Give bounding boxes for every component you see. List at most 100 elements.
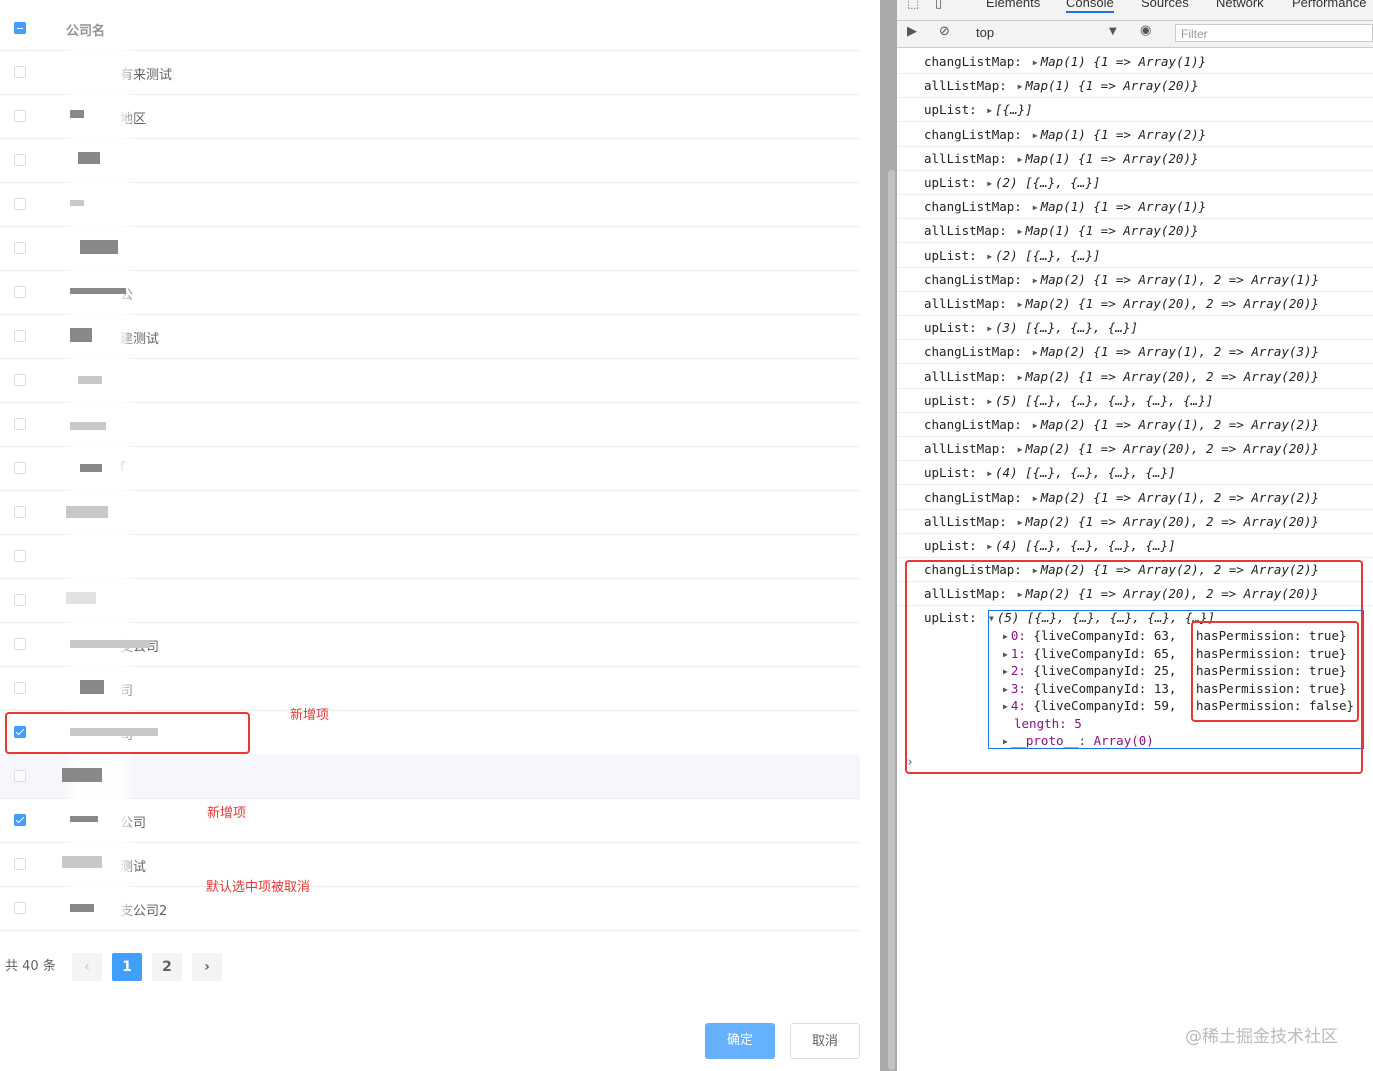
console-log-line[interactable]: allListMap: ▶ Map(2) {1 => Array(20), 2 =>…: [897, 509, 1373, 534]
collapsed-triangle-icon[interactable]: ▶: [1033, 131, 1038, 140]
collapsed-triangle-icon[interactable]: ▶: [987, 252, 992, 261]
collapsed-triangle-icon[interactable]: ▶: [987, 469, 992, 478]
log-value[interactable]: ▶ (4) [{…}, {…}, {…}, {…}]: [987, 538, 1175, 553]
log-value[interactable]: ▶ Map(2) {1 => Array(20), 2 => Array(20)}: [1018, 296, 1319, 311]
row-checkbox[interactable]: [14, 286, 26, 298]
collapsed-triangle-icon[interactable]: ▶: [1018, 373, 1023, 382]
log-value[interactable]: ▶ Map(2) {1 => Array(1), 2 => Array(2)}: [1033, 490, 1319, 505]
scrollbar-thumb[interactable]: [888, 170, 895, 1070]
console-log-line[interactable]: changListMap: ▶ Map(2) {1 => Array(1), 2 =…: [897, 485, 1373, 510]
collapsed-triangle-icon[interactable]: ▶: [1018, 227, 1023, 236]
console-log-line[interactable]: allListMap: ▶ Map(1) {1 => Array(20)}: [897, 146, 1373, 171]
log-value[interactable]: ▶ (2) [{…}, {…}]: [987, 175, 1100, 190]
log-value[interactable]: ▶ (5) [{…}, {…}, {…}, {…}, {…}]: [987, 393, 1213, 408]
collapsed-triangle-icon[interactable]: ▶: [1018, 300, 1023, 309]
log-value[interactable]: ▶ Map(2) {1 => Array(20), 2 => Array(20)}: [1018, 514, 1319, 529]
console-log-line[interactable]: upList: ▶ (5) [{…}, {…}, {…}, {…}, {…}]: [897, 388, 1373, 413]
console-log-line[interactable]: upList: ▶ (2) [{…}, {…}]: [897, 170, 1373, 195]
row-checkbox[interactable]: [14, 198, 26, 210]
collapsed-triangle-icon[interactable]: ▶: [1018, 155, 1023, 164]
collapsed-triangle-icon[interactable]: ▶: [987, 397, 992, 406]
pagination-next-button[interactable]: ›: [192, 953, 222, 981]
pagination-page-2[interactable]: 2: [152, 953, 182, 981]
log-value[interactable]: ▶ Map(1) {1 => Array(2)}: [1033, 127, 1206, 142]
log-value[interactable]: ▶ (2) [{…}, {…}]: [987, 248, 1100, 263]
collapsed-triangle-icon[interactable]: ▶: [1018, 518, 1023, 527]
console-log-line[interactable]: changListMap: ▶ Map(1) {1 => Array(1)}: [897, 194, 1373, 220]
log-value[interactable]: ▶ Map(1) {1 => Array(1)}: [1033, 199, 1206, 214]
collapsed-triangle-icon[interactable]: ▶: [987, 542, 992, 551]
console-log-line[interactable]: allListMap: ▶ Map(2) {1 => Array(20), 2 =>…: [897, 436, 1373, 462]
console-log-line[interactable]: upList: ▶ (2) [{…}, {…}]: [897, 243, 1373, 268]
collapsed-triangle-icon[interactable]: ▶: [987, 106, 992, 115]
log-value[interactable]: ▶ Map(2) {1 => Array(20), 2 => Array(20)}: [1018, 369, 1319, 384]
console-log-line[interactable]: upList: ▶ (3) [{…}, {…}, {…}]: [897, 315, 1373, 341]
tab-elements[interactable]: Elements: [986, 0, 1040, 10]
row-checkbox[interactable]: [14, 242, 26, 254]
row-checkbox[interactable]: [14, 418, 26, 430]
collapsed-triangle-icon[interactable]: ▶: [1033, 494, 1038, 503]
console-prompt[interactable]: ›: [906, 755, 914, 770]
row-checkbox[interactable]: [14, 550, 26, 562]
row-checkbox[interactable]: [14, 638, 26, 650]
tab-network[interactable]: Network: [1216, 0, 1264, 10]
console-log-line[interactable]: changListMap: ▶ Map(2) {1 => Array(1), 2 =…: [897, 412, 1373, 437]
log-value[interactable]: ▶ Map(1) {1 => Array(20)}: [1018, 78, 1199, 93]
row-checkbox[interactable]: [14, 682, 26, 694]
console-log-line[interactable]: allListMap: ▶ Map(2) {1 => Array(20), 2 =>…: [897, 364, 1373, 389]
pagination-page-1[interactable]: 1: [112, 953, 142, 981]
log-value[interactable]: ▶ Map(2) {1 => Array(1), 2 => Array(3)}: [1033, 344, 1319, 359]
console-log-line[interactable]: allListMap: ▶ Map(1) {1 => Array(20)}: [897, 218, 1373, 244]
collapsed-triangle-icon[interactable]: ▶: [1018, 445, 1023, 454]
collapsed-triangle-icon[interactable]: ▶: [1018, 82, 1023, 91]
confirm-button[interactable]: 确定: [705, 1023, 775, 1059]
device-toggle-icon[interactable]: ▯: [935, 0, 942, 11]
console-log-line[interactable]: upList: ▶ (4) [{…}, {…}, {…}, {…}]: [897, 533, 1373, 558]
collapsed-triangle-icon[interactable]: ▶: [1033, 58, 1038, 67]
console-log-line[interactable]: changListMap: ▶ Map(2) {1 => Array(1), 2 =…: [897, 339, 1373, 365]
row-checkbox[interactable]: [14, 902, 26, 914]
collapsed-triangle-icon[interactable]: ▶: [1033, 276, 1038, 285]
log-value[interactable]: ▶ Map(2) {1 => Array(20), 2 => Array(20)}: [1018, 441, 1319, 456]
log-value[interactable]: ▶ Map(2) {1 => Array(1), 2 => Array(1)}: [1033, 272, 1319, 287]
select-all-checkbox[interactable]: [14, 22, 26, 34]
log-value[interactable]: ▶ Map(1) {1 => Array(20)}: [1018, 223, 1199, 238]
pagination-prev-button[interactable]: ‹: [72, 953, 102, 981]
log-value[interactable]: ▶ (3) [{…}, {…}, {…}]: [987, 320, 1138, 335]
row-checkbox[interactable]: [14, 154, 26, 166]
row-checkbox[interactable]: [14, 110, 26, 122]
log-value[interactable]: ▶ Map(1) {1 => Array(20)}: [1018, 151, 1199, 166]
eye-icon[interactable]: ◉: [1140, 23, 1151, 38]
row-checkbox[interactable]: [14, 374, 26, 386]
console-log-line[interactable]: changListMap: ▶ Map(1) {1 => Array(2)}: [897, 122, 1373, 147]
chevron-down-icon[interactable]: ▼: [1109, 26, 1117, 37]
tab-console[interactable]: Console: [1066, 0, 1114, 13]
collapsed-triangle-icon[interactable]: ▶: [1033, 421, 1038, 430]
console-log-line[interactable]: upList: ▶ (4) [{…}, {…}, {…}, {…}]: [897, 460, 1373, 486]
console-log-line[interactable]: changListMap: ▶ Map(2) {1 => Array(1), 2 =…: [897, 267, 1373, 292]
cancel-button[interactable]: 取消: [790, 1023, 860, 1059]
collapsed-triangle-icon[interactable]: ▶: [987, 179, 992, 188]
collapsed-triangle-icon[interactable]: ▶: [987, 324, 992, 333]
row-checkbox[interactable]: [14, 506, 26, 518]
console-log-line[interactable]: allListMap: ▶ Map(1) {1 => Array(20)}: [897, 73, 1373, 99]
scrollbar[interactable]: [880, 0, 897, 1071]
log-value[interactable]: ▶ [{…}]: [987, 102, 1032, 117]
row-checkbox[interactable]: [14, 66, 26, 78]
row-checkbox[interactable]: [14, 814, 26, 826]
collapsed-triangle-icon[interactable]: ▶: [1033, 348, 1038, 357]
sidebar-toggle-icon[interactable]: ▶: [907, 24, 917, 39]
log-value[interactable]: ▶ (4) [{…}, {…}, {…}, {…}]: [987, 465, 1175, 480]
tab-sources[interactable]: Sources: [1141, 0, 1189, 10]
log-value[interactable]: ▶ Map(2) {1 => Array(1), 2 => Array(2)}: [1033, 417, 1319, 432]
collapsed-triangle-icon[interactable]: ▶: [1033, 203, 1038, 212]
inspect-icon[interactable]: ⬚: [907, 0, 919, 11]
row-checkbox[interactable]: [14, 594, 26, 606]
console-log-line[interactable]: allListMap: ▶ Map(2) {1 => Array(20), 2 =>…: [897, 291, 1373, 316]
row-checkbox[interactable]: [14, 330, 26, 342]
clear-console-icon[interactable]: ⊘: [939, 24, 950, 39]
row-checkbox[interactable]: [14, 770, 26, 782]
log-value[interactable]: ▶ Map(1) {1 => Array(1)}: [1033, 54, 1206, 69]
filter-input[interactable]: Filter: [1175, 24, 1373, 42]
tab-performance[interactable]: Performance: [1292, 0, 1366, 10]
